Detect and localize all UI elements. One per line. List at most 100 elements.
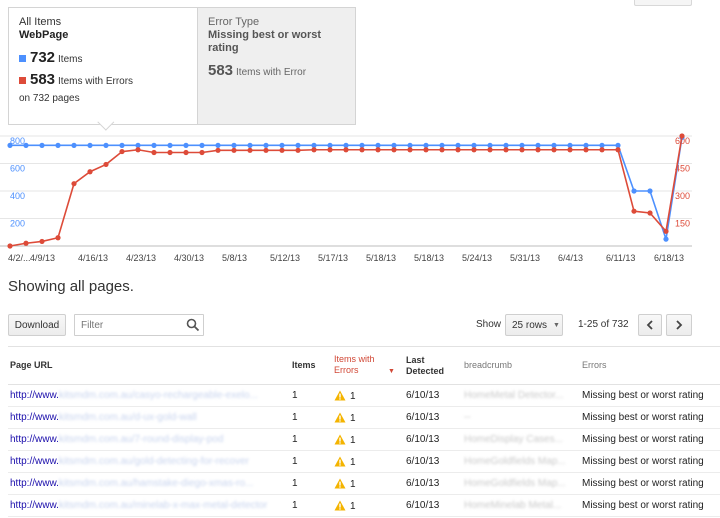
warning-icon: [334, 500, 346, 510]
all-items-card[interactable]: All Items WebPage 732 Items 583 Items wi…: [9, 8, 197, 131]
url-prefix: http://www.: [10, 390, 59, 401]
url-path: kitsmdm.com.au/d-ux-gold-wall: [58, 412, 197, 423]
items-data-point: [55, 142, 61, 148]
table-row[interactable]: http://www.kitsmdm.com.au/minelab-x-max-…: [8, 494, 720, 517]
items-chart: 200 400 600 800 150 300 450 600 4/2/... 4/9/13 4/1…: [0, 126, 720, 266]
url-path: kitsmdm.com.au/casyo-rechargeable-exelo.…: [58, 390, 258, 401]
table-row[interactable]: http://www.kitsmdm.com.au/gold-detecting…: [8, 450, 720, 473]
page-url-link[interactable]: http://www.kitsmdm.com.au/gold-detecting…: [8, 450, 290, 473]
warning-icon: [334, 390, 346, 400]
warning-icon: [334, 456, 346, 466]
x-tick-label: 6/11/13: [606, 253, 635, 263]
page-url-link[interactable]: http://www.kitsmdm.com.au/minelab-x-max-…: [8, 494, 290, 517]
error-type-card[interactable]: Error Type Missing best or worst rating …: [197, 8, 355, 124]
items-data-point: [215, 142, 221, 148]
items-metric: 732 Items: [19, 48, 187, 70]
errors-count-cell: 1: [350, 478, 356, 490]
items-cell: 1: [290, 450, 332, 473]
items-data-point: [183, 142, 189, 148]
breadcrumb-cell: HomeGoldfields Map...: [462, 472, 580, 495]
errors-cell: 1: [332, 450, 404, 473]
showing-heading: Showing all pages.: [8, 278, 134, 295]
chevron-right-icon: [676, 320, 683, 330]
url-prefix: http://www.: [10, 500, 59, 511]
items-data-point: [295, 142, 301, 148]
col-last-detected[interactable]: Last Detected: [404, 346, 462, 385]
errors-data-point: [407, 147, 413, 153]
errors-data-point: [343, 147, 349, 153]
col-errors[interactable]: Errors: [580, 346, 720, 385]
col-items-with-errors-label: Items with Errors: [334, 354, 375, 375]
errors-data-point: [503, 147, 509, 153]
errors-count-cell: 1: [350, 456, 356, 468]
y-right-tick-label: 300: [675, 191, 690, 201]
errors-data-point: [279, 147, 285, 153]
x-tick-label: 4/9/13: [30, 253, 55, 263]
errors-data-point: [519, 147, 525, 153]
x-tick-label: 4/2/...: [8, 253, 31, 263]
items-data-point: [103, 142, 109, 148]
download-button[interactable]: Download: [8, 314, 66, 336]
errors-data-point: [87, 169, 93, 175]
errors-count-cell: 1: [350, 434, 356, 446]
x-tick-label: 4/30/13: [174, 253, 204, 263]
table-row[interactable]: http://www.kitsmdm.com.au/7-round-displa…: [8, 428, 720, 451]
items-data-point: [631, 188, 637, 194]
line-chart-svg: 2004006008001503004506004/2/... 4/9/13 4/1…: [0, 133, 692, 263]
error-type-category: Error Type: [208, 16, 260, 28]
rows-per-page-select[interactable]: 25 rows ▼: [505, 314, 563, 336]
errors-data-point: [679, 133, 685, 139]
warning-icon: [334, 434, 346, 444]
col-page-url[interactable]: Page URL: [8, 346, 290, 385]
items-data-point: [167, 142, 173, 148]
errors-cell: 1: [332, 428, 404, 451]
y-right-tick-label: 150: [675, 219, 690, 229]
rows-value: 25 rows: [512, 319, 548, 331]
items-data-point: [231, 142, 237, 148]
y-left-tick-label: 600: [10, 164, 25, 174]
errors-cell: 1: [332, 472, 404, 495]
errors-data-point: [199, 149, 205, 156]
error-cell: Missing best or worst rating: [580, 384, 720, 407]
errors-data-point: [327, 147, 333, 153]
errors-data-point: [631, 208, 637, 214]
table-row[interactable]: http://www.kitsmdm.com.au/casyo-recharge…: [8, 384, 720, 407]
page-url-link[interactable]: http://www.kitsmdm.com.au/d-ux-gold-wall: [8, 406, 290, 429]
detected-cell: 6/10/13: [404, 406, 462, 429]
detected-cell: 6/10/13: [404, 428, 462, 451]
errors-data-point: [183, 149, 189, 156]
page-url-link[interactable]: http://www.kitsmdm.com.au/casyo-recharge…: [8, 384, 290, 407]
chevron-down-icon: ▼: [553, 321, 560, 329]
errors-swatch: [19, 77, 26, 84]
errors-count-cell: 1: [350, 500, 356, 512]
table-row[interactable]: http://www.kitsmdm.com.au/hamstake-diego…: [8, 472, 720, 495]
x-tick-label: 6/4/13: [558, 253, 583, 263]
errors-data-point: [375, 147, 381, 153]
prev-page-button[interactable]: [638, 314, 662, 336]
col-items[interactable]: Items: [290, 346, 332, 385]
filter-input[interactable]: [74, 314, 204, 336]
col-breadcrumb[interactable]: breadcrumb: [462, 346, 580, 385]
y-left-tick-label: 400: [10, 191, 25, 201]
errors-data-point: [391, 147, 397, 153]
page-url-link[interactable]: http://www.kitsmdm.com.au/hamstake-diego…: [8, 472, 290, 495]
page-url-link[interactable]: http://www.kitsmdm.com.au/7-round-displa…: [8, 428, 290, 451]
x-tick-label: 5/12/13: [270, 253, 300, 263]
col-items-with-errors[interactable]: Items with Errors ▼: [332, 346, 404, 385]
error-cell: Missing best or worst rating: [580, 472, 720, 495]
pages-note: on 732 pages: [19, 93, 80, 104]
error-type-metric: 583 Items with Error: [208, 61, 345, 83]
errors-cell: 1: [332, 406, 404, 429]
search-icon[interactable]: [186, 318, 200, 332]
next-page-button[interactable]: [666, 314, 692, 336]
url-prefix: http://www.: [10, 412, 59, 423]
errors-data-point: [55, 235, 61, 241]
detected-cell: 6/10/13: [404, 494, 462, 517]
errors-data-point: [167, 149, 173, 156]
table-row[interactable]: http://www.kitsmdm.com.au/d-ux-gold-wall…: [8, 406, 720, 429]
error-cell: Missing best or worst rating: [580, 406, 720, 429]
items-cell: 1: [290, 472, 332, 495]
top-action-button[interactable]: [634, 0, 692, 6]
breadcrumb-cell: HomeMetal Detector...: [462, 384, 580, 407]
breadcrumb-cell: HomeMinelab Metal...: [462, 494, 580, 517]
